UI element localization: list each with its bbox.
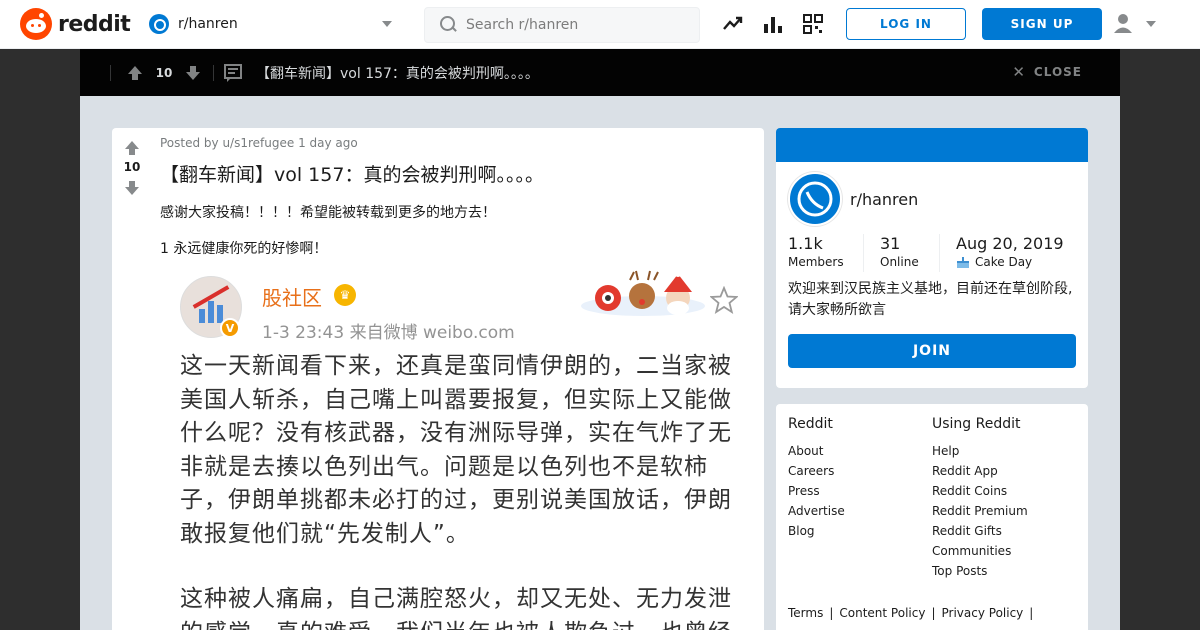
weibo-account-name: 股社区	[262, 286, 322, 310]
community-dropdown-label: r/hanren	[178, 16, 238, 32]
links-column-using-reddit: Using Reddit Help Reddit App Reddit Coin…	[932, 416, 1028, 581]
crown-icon: ♛	[334, 284, 356, 306]
links-column-title: Reddit	[788, 416, 833, 432]
embedded-screenshot[interactable]: V 股社区 ♛ 1-3 23:43 来自微博 weibo.com 这一天新闻看下…	[174, 268, 750, 630]
footer-link-reddit-gifts[interactable]: Reddit Gifts	[932, 521, 1028, 541]
links-column-title: Using Reddit	[932, 416, 1021, 432]
footer-link-communities[interactable]: Communities	[932, 541, 1028, 561]
footer-link-about[interactable]: About	[788, 441, 845, 461]
star-favorite-icon[interactable]	[710, 286, 738, 314]
community-icon	[149, 14, 169, 34]
footer-link-top-posts[interactable]: Top Posts	[932, 561, 1028, 581]
all-stats-icon[interactable]	[761, 12, 785, 36]
downvote-icon[interactable]	[181, 61, 205, 85]
search-icon	[439, 15, 459, 35]
links-column-reddit: Reddit About Careers Press Advertise Blo…	[788, 416, 845, 541]
post-bar-score: 10	[155, 65, 173, 80]
post-title: 【翻车新闻】vol 157：真的会被判刑啊。。。。	[160, 164, 544, 186]
cake-day-date: Aug 20, 2019	[956, 234, 1064, 253]
cake-day-stat: Aug 20, 2019 Cake Day	[956, 234, 1064, 269]
user-menu-dropdown[interactable]	[1112, 12, 1162, 36]
login-button[interactable]: LOG IN	[846, 8, 966, 40]
upvote-icon[interactable]	[123, 61, 147, 85]
chevron-down-icon	[382, 21, 392, 27]
divider	[213, 64, 214, 81]
footer-link-press[interactable]: Press	[788, 481, 845, 501]
footer-links-card: Reddit About Careers Press Advertise Blo…	[776, 404, 1088, 630]
post-text-icon	[224, 63, 242, 82]
close-icon: ✕	[1012, 63, 1026, 81]
post-card: 10 Posted by u/s1refugee 1 day ago 【翻车新闻…	[112, 128, 764, 630]
signup-button[interactable]: SIGN UP	[982, 8, 1102, 40]
community-dropdown[interactable]: r/hanren	[138, 8, 404, 40]
footer-link-reddit-premium[interactable]: Reddit Premium	[932, 501, 1028, 521]
community-name[interactable]: r/hanren	[850, 190, 918, 209]
coins-qr-icon[interactable]	[801, 12, 825, 36]
holiday-decoration-icon	[581, 270, 705, 316]
join-button[interactable]: JOIN	[788, 334, 1076, 368]
search-input[interactable]	[466, 17, 686, 33]
cake-day-label-row: Cake Day	[956, 255, 1064, 269]
footer-link-reddit-coins[interactable]: Reddit Coins	[932, 481, 1028, 501]
online-label: Online	[880, 255, 919, 269]
reddit-snoo-icon	[20, 8, 52, 40]
post-meta: Posted by u/s1refugee 1 day ago	[160, 136, 358, 150]
legal-link-terms[interactable]: Terms	[788, 606, 823, 620]
top-header: reddit r/hanren LOG IN SIGN UP	[0, 0, 1200, 49]
logo-wordmark: reddit	[58, 11, 131, 37]
online-count: 31	[880, 234, 901, 253]
upvote-icon[interactable]	[122, 138, 142, 158]
members-label: Members	[788, 255, 844, 269]
community-description: 欢迎来到汉民族主义基地，目前还在草创阶段,请大家畅所欲言	[788, 281, 1073, 318]
legal-link-privacy-policy[interactable]: Privacy Policy	[942, 606, 1024, 620]
footer-link-help[interactable]: Help	[932, 441, 1028, 461]
post-overlay-bar: 10 【翻车新闻】vol 157：真的会被判刑啊。。。。 ✕ CLOSE	[80, 49, 1120, 96]
post-bar-title: 【翻车新闻】vol 157：真的会被判刑啊。。。。	[256, 65, 539, 82]
weibo-timestamp: 1-3 23:43 来自微博 weibo.com	[262, 323, 515, 343]
divider	[939, 234, 940, 272]
members-count: 1.1k	[788, 234, 823, 253]
cake-day-label: Cake Day	[975, 255, 1033, 269]
divider	[863, 234, 864, 272]
vote-column: 10	[112, 128, 152, 630]
reddit-logo[interactable]: reddit	[20, 8, 131, 40]
popular-trending-icon[interactable]	[721, 12, 745, 36]
downvote-icon[interactable]	[122, 178, 142, 198]
footer-link-advertise[interactable]: Advertise	[788, 501, 845, 521]
online-stat: 31 Online	[880, 234, 919, 269]
community-banner	[776, 128, 1088, 162]
divider	[110, 64, 111, 81]
footer-link-careers[interactable]: Careers	[788, 461, 845, 481]
close-label: CLOSE	[1033, 65, 1082, 79]
weibo-body-text: 这一天新闻看下来，还真是蛮同情伊朗的，二当家被美国人斩杀，自己嘴上叫嚣要报复，但…	[180, 353, 732, 547]
weibo-body-text-continued: 这种被人痛扁，自己满腔怒火，却又无处、无力发泄的感觉，真的难受。我们当年也被人欺…	[180, 586, 732, 630]
legal-link-content-policy[interactable]: Content Policy	[839, 606, 925, 620]
legal-links: Terms | Content Policy | Privacy Policy |	[788, 606, 1034, 620]
search-bar[interactable]	[424, 7, 700, 43]
members-stat: 1.1k Members	[788, 234, 844, 269]
vote-score: 10	[123, 160, 141, 174]
footer-link-blog[interactable]: Blog	[788, 521, 845, 541]
post-body-paragraph: 1 永远健康你死的好惨啊！	[160, 241, 328, 257]
footer-link-reddit-app[interactable]: Reddit App	[932, 461, 1028, 481]
community-card: r/hanren 1.1k Members 31 Online Aug 20, …	[776, 128, 1088, 388]
cake-icon	[957, 257, 969, 268]
close-button[interactable]: ✕ CLOSE	[1012, 63, 1082, 81]
community-avatar-icon	[788, 172, 842, 226]
post-body-paragraph: 感谢大家投稿！！！！希望能被转载到更多的地方去！	[160, 205, 496, 221]
verified-badge-icon: V	[220, 318, 240, 338]
